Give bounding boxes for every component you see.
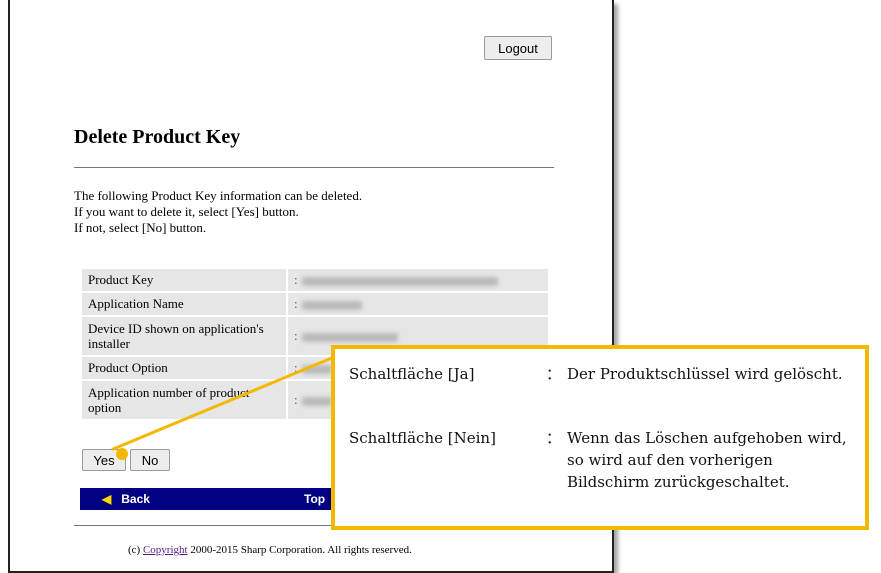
- redacted-value: [301, 276, 498, 286]
- intro-text: The following Product Key information ca…: [74, 188, 544, 236]
- value-colon: :: [294, 296, 298, 311]
- intro-line: If not, select [No] button.: [74, 220, 207, 235]
- value-colon: :: [294, 272, 298, 287]
- intro-line: If you want to delete it, select [Yes] b…: [74, 204, 299, 219]
- redacted-value: [301, 396, 332, 406]
- value-colon: :: [294, 392, 298, 407]
- callout-anchor-dot: [116, 448, 128, 460]
- redacted-value: [301, 300, 362, 310]
- top-link[interactable]: Top: [304, 492, 325, 506]
- back-label: Back: [121, 492, 150, 506]
- row-value: :: [288, 293, 548, 315]
- intro-line: The following Product Key information ca…: [74, 188, 363, 203]
- row-label: Device ID shown on application's install…: [82, 317, 286, 355]
- no-button[interactable]: No: [130, 449, 170, 471]
- back-link[interactable]: ◀ Back: [102, 492, 150, 506]
- callout-description: Wenn das Löschen aufgehoben wird, so wir…: [567, 429, 847, 491]
- footer-copyright: (c) Copyright 2000-2015 Sharp Corporatio…: [128, 544, 412, 556]
- table-row: Product Key :: [82, 269, 548, 291]
- row-label: Application number of product option: [82, 381, 286, 419]
- row-label: Product Option: [82, 357, 286, 379]
- footer-prefix: (c): [128, 544, 143, 556]
- callout-description: Der Produktschlüssel wird gelöscht.: [567, 365, 843, 383]
- page-title: Delete Product Key: [74, 126, 241, 148]
- explanation-callout: Schaltfläche [Ja] ： Der Produktschlüssel…: [331, 345, 869, 530]
- title-divider: [74, 167, 554, 168]
- callout-term: Schaltfläche [Ja]: [349, 365, 475, 383]
- row-label: Product Key: [82, 269, 286, 291]
- footer-suffix: 2000-2015 Sharp Corporation. All rights …: [187, 544, 412, 556]
- table-row: Application Name :: [82, 293, 548, 315]
- logout-button[interactable]: Logout: [484, 36, 552, 60]
- redacted-value: [301, 332, 398, 342]
- triangle-left-icon: ◀: [102, 492, 112, 506]
- callout-colon: ：: [546, 365, 562, 383]
- callout-term: Schaltfläche [Nein]: [349, 429, 496, 447]
- value-colon: :: [294, 328, 298, 343]
- row-label: Application Name: [82, 293, 286, 315]
- callout-colon: ：: [546, 429, 562, 447]
- row-value: :: [288, 269, 548, 291]
- copyright-link[interactable]: Copyright: [143, 544, 188, 556]
